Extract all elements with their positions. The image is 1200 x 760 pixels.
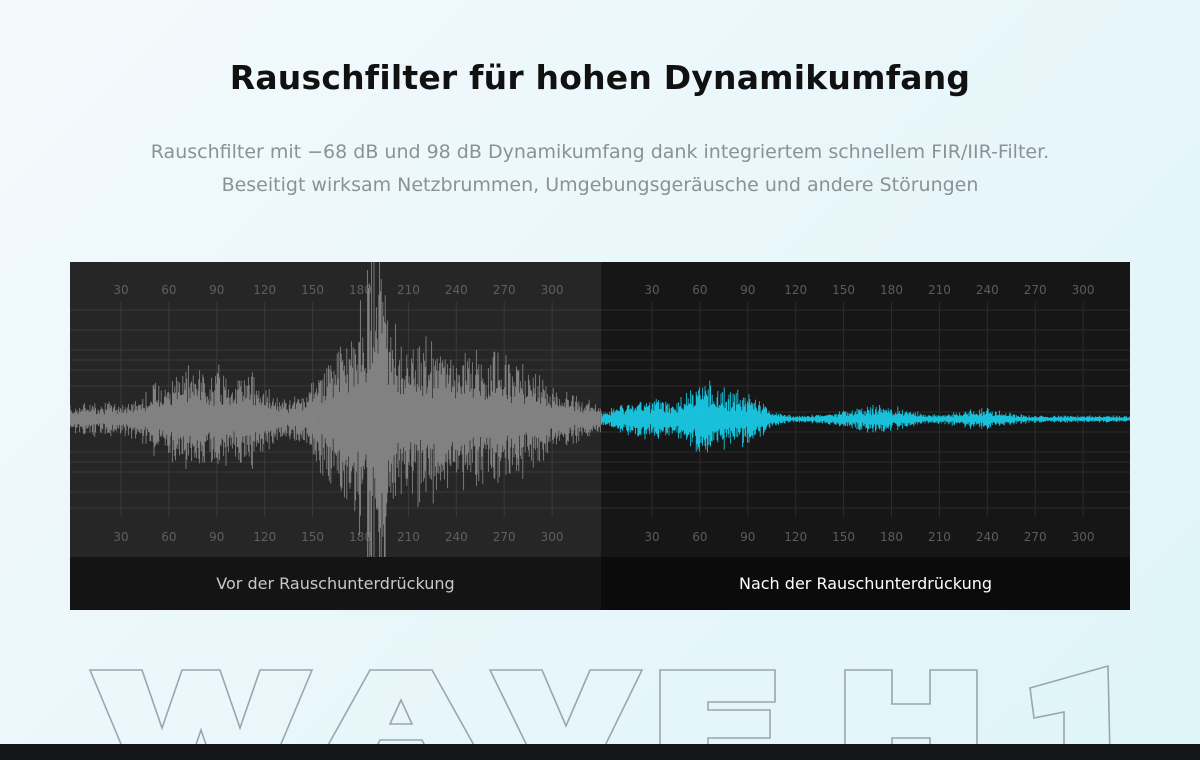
tick-label-bottom: 90 — [209, 530, 224, 544]
tick-label-bottom: 90 — [740, 530, 755, 544]
tick-label-bottom: 30 — [644, 530, 659, 544]
tick-label-bottom: 120 — [253, 530, 276, 544]
tick-label-top: 240 — [445, 283, 468, 297]
waveform-trace — [601, 380, 1130, 453]
tick-label-top: 120 — [784, 283, 807, 297]
tick-label-top: 120 — [253, 283, 276, 297]
tick-label-top: 150 — [832, 283, 855, 297]
tick-label-top: 210 — [397, 283, 420, 297]
tick-label-top: 90 — [740, 283, 755, 297]
tick-label-top: 240 — [976, 283, 999, 297]
subtitle-line-2: Beseitigt wirksam Netzbrummen, Umgebungs… — [221, 174, 979, 196]
tick-label-top: 30 — [113, 283, 128, 297]
tick-label-bottom: 210 — [397, 530, 420, 544]
tick-label-top: 270 — [493, 283, 516, 297]
after-panel: 30 60 90 120 150 180 210 240 270 300 30 60 90 120 150… — [601, 262, 1130, 610]
footer-bar — [0, 744, 1200, 760]
tick-label-bottom: 120 — [784, 530, 807, 544]
tick-label-bottom: 240 — [976, 530, 999, 544]
tick-label-bottom: 60 — [161, 530, 176, 544]
before-caption: Vor der Rauschunterdrückung — [70, 557, 601, 610]
tick-label-bottom: 210 — [928, 530, 951, 544]
tick-label-bottom: 180 — [880, 530, 903, 544]
tick-label-bottom: 60 — [692, 530, 707, 544]
tick-label-bottom: 300 — [541, 530, 564, 544]
before-panel: 30 60 90 120 150 180 210 240 270 300 30 60 90 120 150… — [70, 262, 601, 610]
tick-label-top: 300 — [541, 283, 564, 297]
tick-label-bottom: 270 — [1024, 530, 1047, 544]
tick-label-top: 180 — [880, 283, 903, 297]
tick-label-top: 90 — [209, 283, 224, 297]
wave-h1-watermark-logo — [88, 664, 1111, 757]
tick-label-bottom: 30 — [113, 530, 128, 544]
tick-label-top: 210 — [928, 283, 951, 297]
after-waveform-plot: 30 60 90 120 150 180 210 240 270 300 30 60 90 120 150… — [601, 283, 1130, 544]
before-waveform-plot: 30 60 90 120 150 180 210 240 270 300 30 60 90 120 150… — [70, 262, 601, 557]
tick-label-top: 30 — [644, 283, 659, 297]
tick-label-top: 300 — [1072, 283, 1095, 297]
tick-label-bottom: 270 — [493, 530, 516, 544]
section-title: Rauschfilter für hohen Dynamikumfang — [229, 58, 971, 97]
waveform-trace — [70, 262, 601, 557]
tick-label-top: 150 — [301, 283, 324, 297]
subtitle-line-1: Rauschfilter mit −68 dB und 98 dB Dynami… — [150, 141, 1050, 163]
tick-label-bottom: 150 — [301, 530, 324, 544]
tick-label-top: 60 — [161, 283, 176, 297]
tick-label-top: 270 — [1024, 283, 1047, 297]
noise-comparison-image: 30 60 90 120 150 180 210 240 270 300 30 60 90 120 150… — [70, 262, 1130, 610]
tick-label-top: 60 — [692, 283, 707, 297]
tick-label-bottom: 150 — [832, 530, 855, 544]
tick-label-bottom: 300 — [1072, 530, 1095, 544]
tick-label-bottom: 240 — [445, 530, 468, 544]
after-caption: Nach der Rauschunterdrückung — [601, 557, 1130, 610]
